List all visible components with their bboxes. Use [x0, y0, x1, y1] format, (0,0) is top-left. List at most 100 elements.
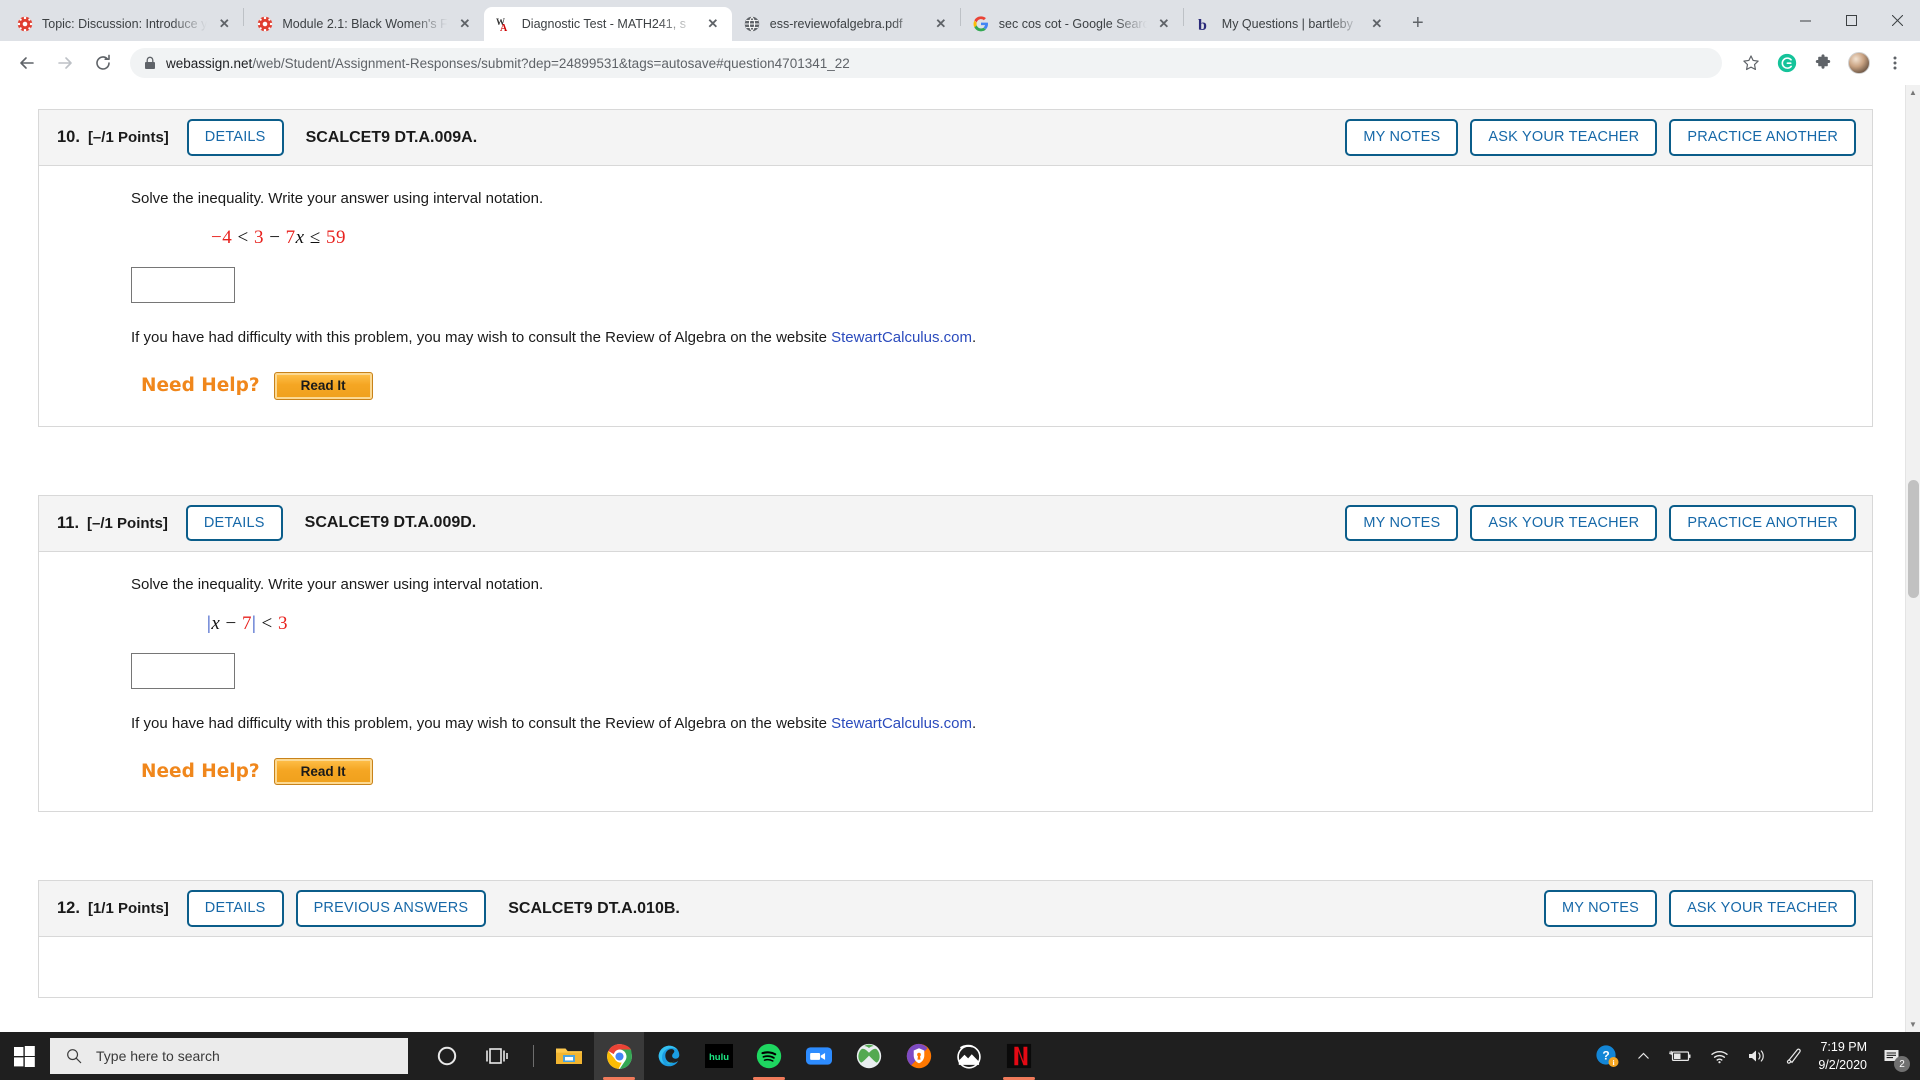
- task-view-icon[interactable]: [472, 1032, 522, 1080]
- tab-close-icon[interactable]: ✕: [1155, 15, 1173, 33]
- note-text-before: If you have had difficulty with this pro…: [131, 714, 832, 732]
- taskbar-search-box[interactable]: Type here to search: [50, 1038, 408, 1074]
- tab-close-icon[interactable]: ✕: [456, 15, 474, 33]
- details-button[interactable]: DETAILS: [185, 504, 283, 542]
- file-explorer-icon[interactable]: [544, 1032, 594, 1080]
- question-card-11: 11. [–/1 Points] DETAILS SCALCET9 DT.A.0…: [38, 494, 1873, 812]
- netflix-icon[interactable]: [994, 1032, 1044, 1080]
- ask-your-teacher-button[interactable]: ASK YOUR TEACHER: [1470, 504, 1658, 542]
- reload-button[interactable]: [86, 46, 120, 80]
- tab-close-icon[interactable]: ✕: [215, 15, 233, 33]
- my-notes-button[interactable]: MY NOTES: [1543, 890, 1658, 927]
- pen-icon[interactable]: [1776, 1032, 1812, 1080]
- my-notes-button[interactable]: MY NOTES: [1345, 504, 1459, 542]
- system-tray: ? i 7:19 PM 9/2/2020 2: [1586, 1032, 1920, 1080]
- canvas-lms-favicon-icon: [256, 16, 273, 33]
- read-it-button[interactable]: Read It: [273, 372, 373, 400]
- clock-date: 9/2/2020: [1818, 1058, 1867, 1072]
- review-of-algebra-note: If you have had difficulty with this pro…: [131, 715, 1852, 732]
- new-tab-button[interactable]: +: [1404, 9, 1432, 37]
- question-header-actions: MY NOTES ASK YOUR TEACHER PRACTICE ANOTH…: [1345, 504, 1856, 542]
- practice-another-button[interactable]: PRACTICE ANOTHER: [1669, 504, 1856, 542]
- answer-input[interactable]: [131, 267, 235, 303]
- practice-another-button[interactable]: PRACTICE ANOTHER: [1669, 119, 1856, 156]
- cortana-icon[interactable]: [422, 1032, 472, 1080]
- question-card-12: 12. [1/1 Points] DETAILS PREVIOUS ANSWER…: [38, 880, 1873, 998]
- microsoft-edge-icon[interactable]: [644, 1032, 694, 1080]
- note-text-after: .: [971, 714, 977, 732]
- forward-button[interactable]: [48, 46, 82, 80]
- back-button[interactable]: [10, 46, 44, 80]
- start-button[interactable]: [0, 1032, 48, 1080]
- svg-text:b: b: [1198, 17, 1207, 32]
- close-window-button[interactable]: [1874, 0, 1920, 41]
- stewartcalculus-link[interactable]: StewartCalculus.com: [831, 715, 972, 732]
- scroll-up-arrow-icon[interactable]: ▲: [1906, 85, 1920, 100]
- need-help-row: Need Help? Read It: [141, 372, 1852, 400]
- canvas-lms-favicon-icon: [16, 16, 33, 33]
- profile-avatar[interactable]: [1844, 48, 1874, 78]
- notifications-icon[interactable]: 2: [1877, 1032, 1916, 1080]
- ask-your-teacher-button[interactable]: ASK YOUR TEACHER: [1669, 890, 1856, 927]
- previous-answers-button[interactable]: PREVIOUS ANSWERS: [295, 890, 487, 927]
- math-expression: |x − 7| < 3: [207, 612, 288, 634]
- details-button[interactable]: DETAILS: [186, 890, 284, 927]
- scroll-down-arrow-icon[interactable]: ▼: [1906, 1017, 1920, 1032]
- window-controls: [1782, 0, 1920, 41]
- minimize-window-button[interactable]: [1782, 0, 1828, 41]
- question-number: 12.: [57, 899, 80, 917]
- xbox-icon[interactable]: [844, 1032, 894, 1080]
- browser-tab-2[interactable]: Module 2.1: Black Women's F ✕: [244, 7, 483, 41]
- volume-icon[interactable]: [1738, 1032, 1776, 1080]
- browser-tab-1[interactable]: Topic: Discussion: Introduce y ✕: [4, 7, 243, 41]
- my-notes-button[interactable]: MY NOTES: [1345, 119, 1459, 156]
- tab-close-icon[interactable]: ✕: [1368, 15, 1386, 33]
- spotify-icon[interactable]: [744, 1032, 794, 1080]
- address-bar[interactable]: webassign.net/web/Student/Assignment-Res…: [130, 48, 1722, 78]
- extensions-puzzle-icon[interactable]: [1808, 48, 1838, 78]
- maximize-window-button[interactable]: [1828, 0, 1874, 41]
- browser-tab-3-active[interactable]: W A Diagnostic Test - MATH241, s ✕: [483, 7, 732, 41]
- browser-tab-5[interactable]: sec cos cot - Google Search ✕: [961, 7, 1183, 41]
- photos-icon[interactable]: [944, 1032, 994, 1080]
- question-body: Solve the inequality. Write your answer …: [39, 166, 1872, 426]
- question-prompt: Solve the inequality. Write your answer …: [131, 575, 544, 593]
- note-text-after: .: [971, 329, 977, 346]
- question-points: [1/1 Points]: [87, 900, 169, 917]
- card-spacer: [0, 427, 1905, 495]
- read-it-button[interactable]: Read It: [273, 757, 373, 785]
- battery-charging-icon[interactable]: [1659, 1032, 1701, 1080]
- taskbar-divider: [522, 1032, 544, 1080]
- tab-title: Topic: Discussion: Introduce y: [42, 17, 208, 31]
- show-hidden-icons-chevron-icon[interactable]: [1628, 1032, 1659, 1080]
- url-text: webassign.net/web/Student/Assignment-Res…: [166, 56, 850, 71]
- page-scrollbar[interactable]: ▲ ▼: [1905, 85, 1920, 1032]
- question-code: SCALCET9 DT.A.009A.: [305, 128, 478, 146]
- url-host: webassign.net: [166, 55, 253, 71]
- details-button[interactable]: DETAILS: [186, 119, 284, 156]
- hulu-icon[interactable]: hulu: [694, 1032, 744, 1080]
- help-question-icon[interactable]: ? i: [1586, 1032, 1628, 1080]
- question-code: SCALCET9 DT.A.009D.: [304, 514, 477, 531]
- grammarly-extension-icon[interactable]: [1772, 48, 1802, 78]
- scrollbar-thumb[interactable]: [1908, 480, 1919, 598]
- svg-text:A: A: [500, 23, 508, 32]
- google-chrome-icon[interactable]: [594, 1032, 644, 1080]
- review-of-algebra-note: If you have had difficulty with this pro…: [131, 329, 1852, 346]
- answer-input[interactable]: [131, 652, 235, 689]
- zoom-icon[interactable]: [794, 1032, 844, 1080]
- ask-your-teacher-button[interactable]: ASK YOUR TEACHER: [1470, 119, 1658, 156]
- bookmark-star-icon[interactable]: [1736, 48, 1766, 78]
- browser-tab-6[interactable]: b My Questions | bartleby ✕: [1184, 7, 1396, 41]
- taskbar-apps: hulu: [422, 1032, 1044, 1080]
- browser-tab-4[interactable]: ess-reviewofalgebra.pdf ✕: [732, 7, 960, 41]
- wifi-icon[interactable]: [1701, 1032, 1738, 1080]
- chrome-menu-icon[interactable]: [1880, 48, 1910, 78]
- tab-close-icon[interactable]: ✕: [704, 15, 722, 33]
- search-icon: [67, 1049, 82, 1064]
- webassign-assignment-page: 10. [–/1 Points] DETAILS SCALCET9 DT.A.0…: [0, 85, 1905, 1032]
- taskbar-clock[interactable]: 7:19 PM 9/2/2020: [1812, 1032, 1877, 1080]
- stewartcalculus-link[interactable]: StewartCalculus.com: [831, 329, 972, 346]
- avast-icon[interactable]: [894, 1032, 944, 1080]
- tab-close-icon[interactable]: ✕: [932, 15, 950, 33]
